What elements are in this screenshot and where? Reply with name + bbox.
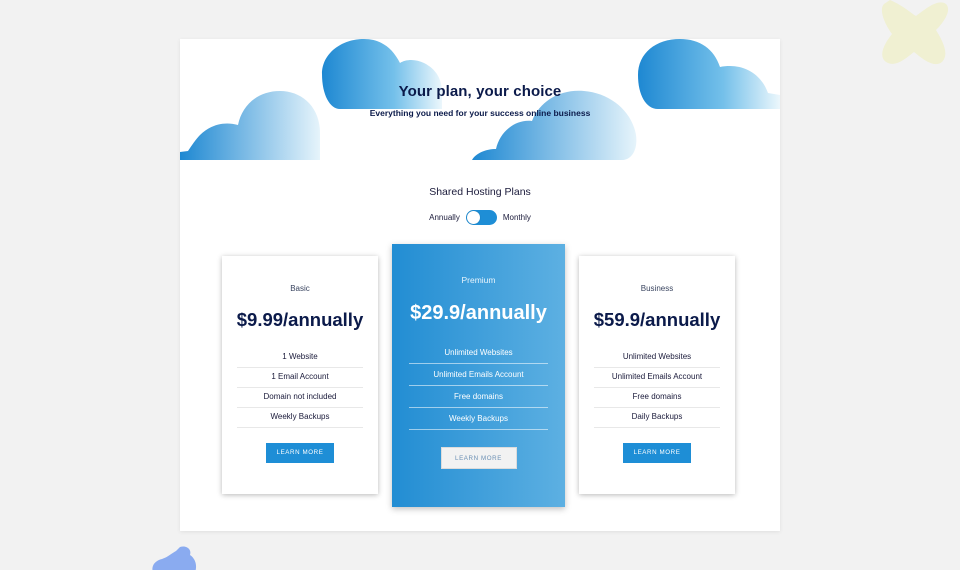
feature-item: Unlimited Emails Account bbox=[594, 368, 720, 388]
plan-card-business: Business $59.9/annually Unlimited Websit… bbox=[579, 256, 735, 494]
feature-item: Free domains bbox=[594, 388, 720, 408]
pricing-card: Your plan, your choice Everything you ne… bbox=[180, 39, 780, 531]
plan-card-basic: Basic $9.99/annually 1 Website 1 Email A… bbox=[222, 256, 378, 494]
learn-more-button[interactable]: LEARN MORE bbox=[440, 447, 517, 469]
plan-name: Premium bbox=[461, 275, 496, 285]
feature-list: Unlimited Websites Unlimited Emails Acco… bbox=[409, 342, 548, 430]
feature-item: Unlimited Emails Account bbox=[409, 364, 548, 386]
billing-toggle: Annually Monthly bbox=[180, 210, 780, 225]
feature-item: Domain not included bbox=[237, 388, 363, 408]
hero-title: Your plan, your choice bbox=[398, 83, 562, 100]
plans-heading: Shared Hosting Plans bbox=[429, 186, 531, 198]
feature-item: Weekly Backups bbox=[237, 408, 363, 428]
hero-subtitle: Everything you need for your success onl… bbox=[369, 108, 591, 118]
plan-price: $9.99/annually bbox=[236, 309, 364, 330]
feature-item: Unlimited Websites bbox=[594, 348, 720, 368]
feature-item: Unlimited Websites bbox=[409, 342, 548, 364]
decorative-blue-blob bbox=[152, 546, 197, 570]
learn-more-button[interactable]: LEARN MORE bbox=[266, 443, 334, 463]
learn-more-button[interactable]: LEARN MORE bbox=[623, 443, 691, 463]
plan-name: Basic bbox=[290, 284, 310, 293]
feature-item: Free domains bbox=[409, 386, 548, 408]
toggle-label-annually[interactable]: Annually bbox=[429, 213, 460, 222]
billing-switch[interactable] bbox=[465, 210, 497, 225]
clouds-illustration bbox=[180, 39, 780, 160]
feature-item: 1 Website bbox=[237, 348, 363, 368]
feature-item: Weekly Backups bbox=[409, 408, 548, 430]
plan-price: $59.9/annually bbox=[593, 309, 721, 330]
decorative-yellow-blob bbox=[881, 0, 949, 65]
plan-card-premium: Premium $29.9/annually Unlimited Website… bbox=[392, 244, 565, 507]
toggle-label-monthly[interactable]: Monthly bbox=[503, 213, 531, 222]
feature-list: Unlimited Websites Unlimited Emails Acco… bbox=[594, 348, 720, 428]
plan-name: Business bbox=[640, 284, 674, 293]
feature-item: 1 Email Account bbox=[237, 368, 363, 388]
feature-item: Daily Backups bbox=[594, 408, 720, 428]
switch-knob bbox=[466, 211, 480, 224]
plan-price: $29.9/annually bbox=[410, 302, 547, 324]
feature-list: 1 Website 1 Email Account Domain not inc… bbox=[237, 348, 363, 428]
